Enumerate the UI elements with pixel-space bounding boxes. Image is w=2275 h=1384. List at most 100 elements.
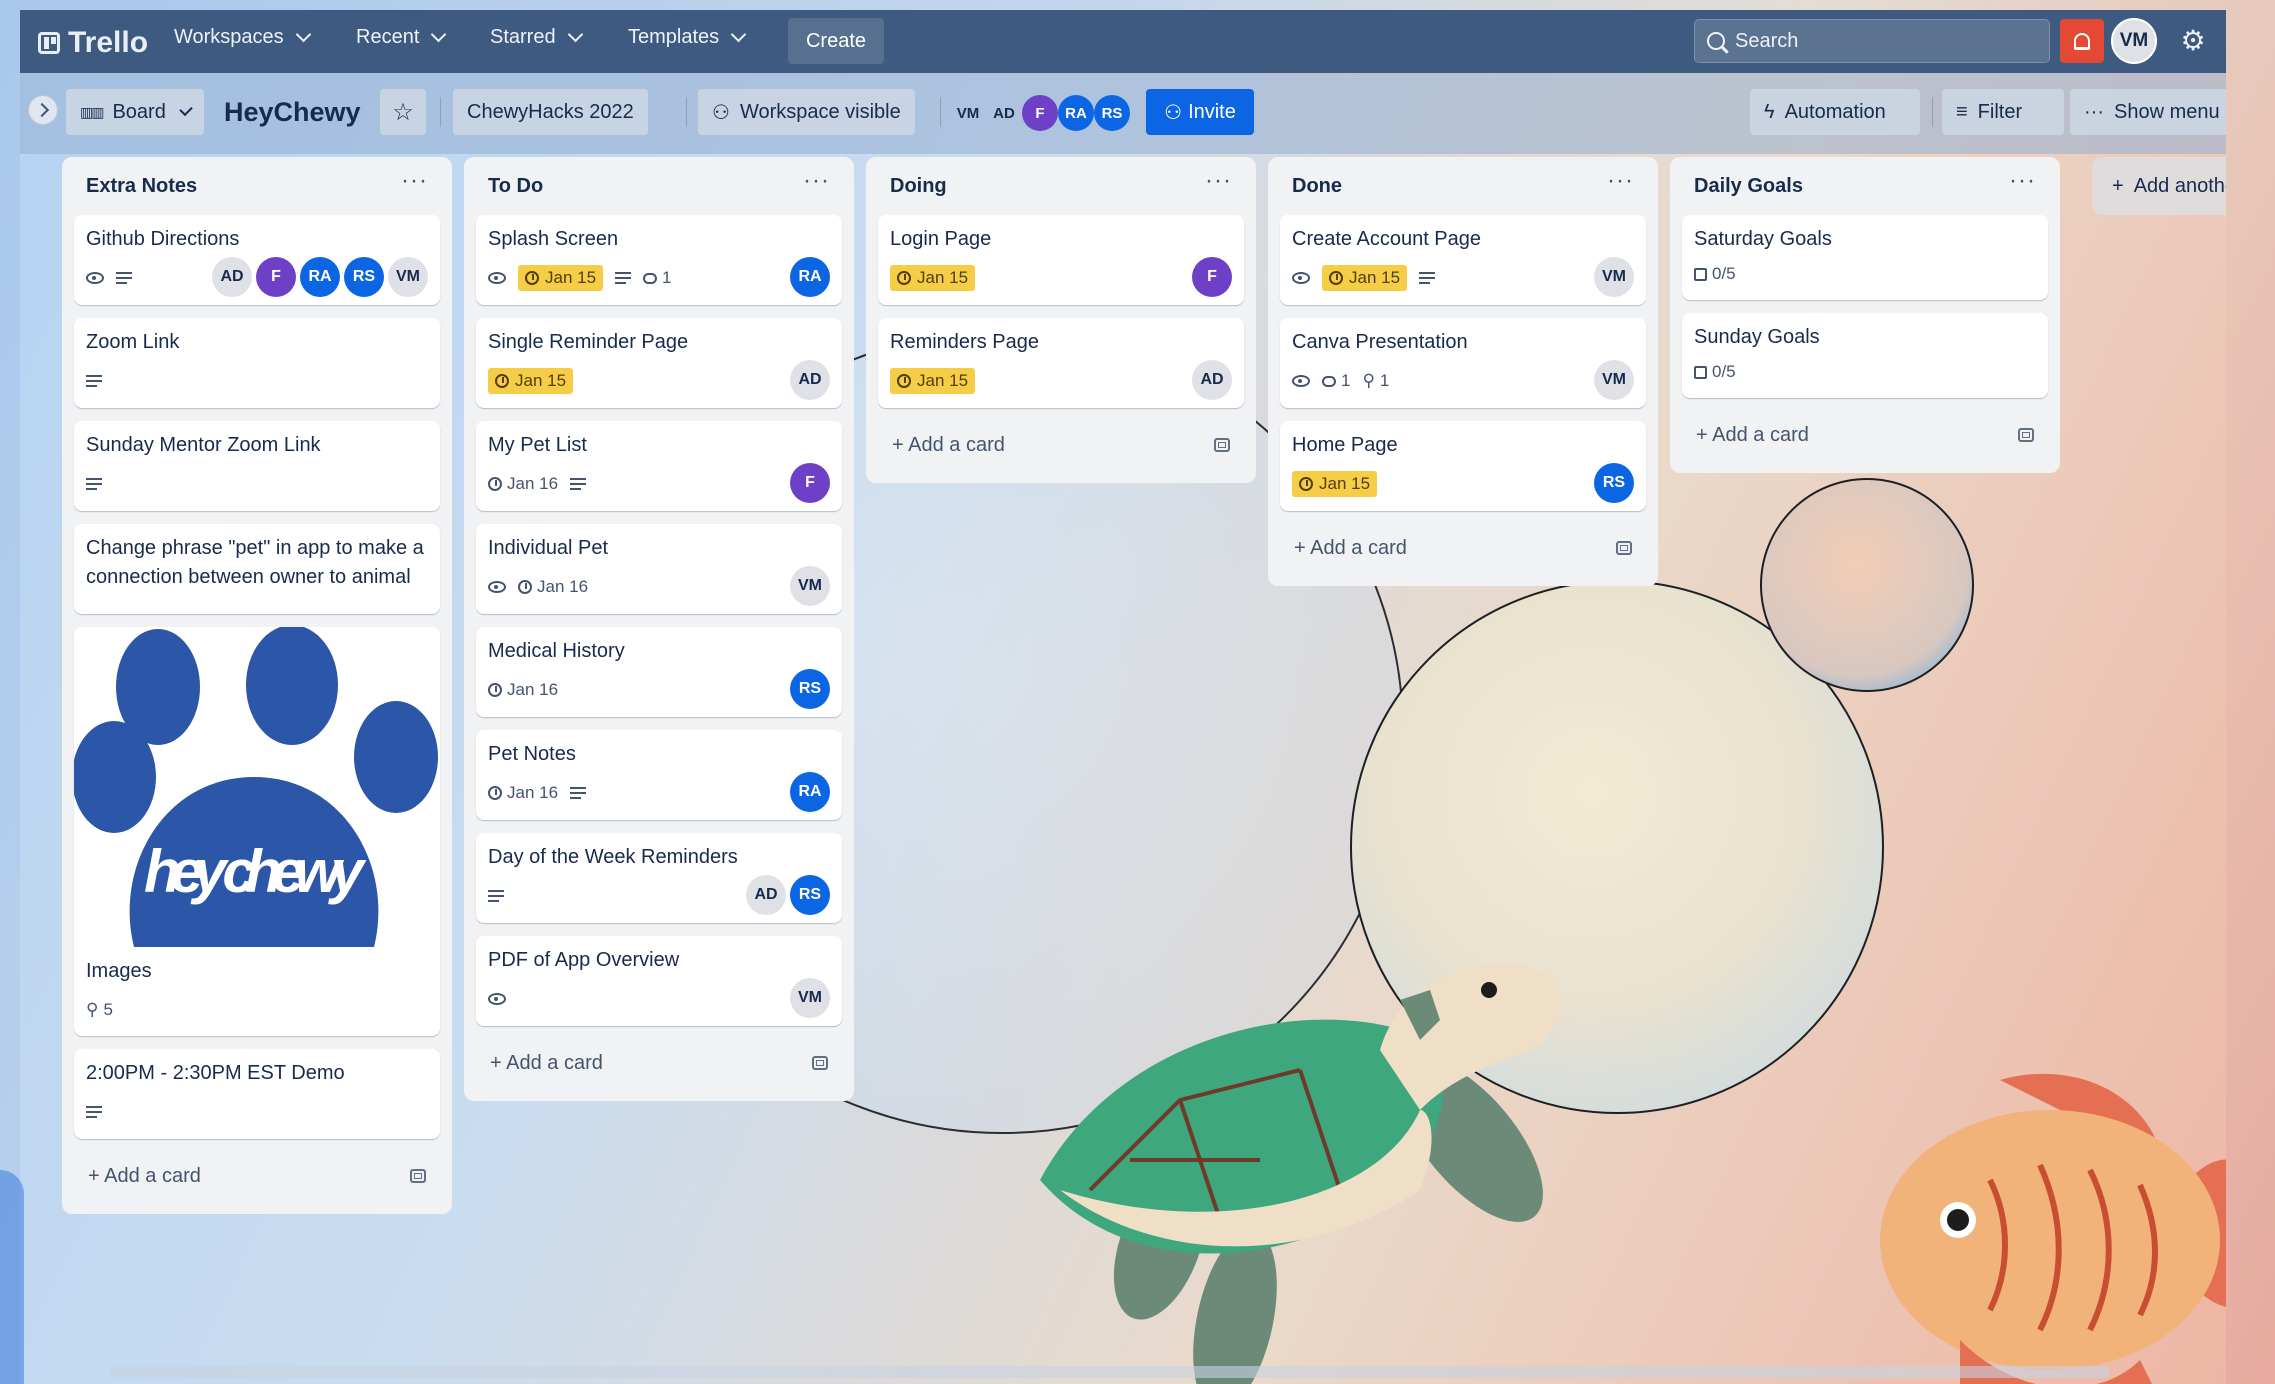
member-avatar-ra[interactable]: RA bbox=[790, 257, 830, 297]
member-avatar-ad[interactable]: AD bbox=[790, 360, 830, 400]
card[interactable]: Sunday Mentor Zoom Link bbox=[74, 421, 440, 511]
card[interactable]: Reminders Page Jan 15 AD bbox=[878, 318, 1244, 408]
due-date-badge[interactable]: Jan 16 bbox=[488, 474, 558, 494]
due-date-badge[interactable]: Jan 15 bbox=[890, 265, 976, 291]
card[interactable]: Zoom Link bbox=[74, 318, 440, 408]
member-avatar-ra[interactable]: RA bbox=[790, 772, 830, 812]
recent-menu[interactable]: Recent bbox=[356, 26, 447, 49]
notifications-button[interactable] bbox=[2060, 19, 2104, 63]
member-avatar-f[interactable]: F bbox=[256, 257, 296, 297]
card[interactable]: Home Page Jan 15 RS bbox=[1280, 421, 1646, 511]
card[interactable]: Sunday Goals 0/5 bbox=[1682, 313, 2048, 398]
card-template-icon[interactable] bbox=[812, 1056, 828, 1070]
member-avatar-vm[interactable]: VM bbox=[388, 257, 428, 297]
member-avatar-f[interactable]: F bbox=[1192, 257, 1232, 297]
list-title[interactable]: Daily Goals bbox=[1694, 175, 1803, 198]
due-date-badge[interactable]: Jan 15 bbox=[518, 265, 604, 291]
due-date-badge[interactable]: Jan 16 bbox=[518, 577, 588, 597]
member-avatar-rs[interactable]: RS bbox=[1094, 95, 1130, 131]
visibility-button[interactable]: ⚇ Workspace visible bbox=[698, 89, 915, 135]
member-avatar-vm[interactable]: VM bbox=[1594, 257, 1634, 297]
card-template-icon[interactable] bbox=[1214, 438, 1230, 452]
card[interactable]: Medical History Jan 16 RS bbox=[476, 627, 842, 717]
card-members: AD F RA RS VM bbox=[212, 257, 428, 297]
member-avatar-ra[interactable]: RA bbox=[1058, 95, 1094, 131]
starred-menu[interactable]: Starred bbox=[490, 26, 583, 49]
card[interactable]: Pet Notes Jan 16 RA bbox=[476, 730, 842, 820]
card[interactable]: Login Page Jan 15 F bbox=[878, 215, 1244, 305]
member-avatar-ad[interactable]: AD bbox=[986, 95, 1022, 131]
member-avatar-vm[interactable]: VM bbox=[950, 95, 986, 131]
member-avatar-rs[interactable]: RS bbox=[790, 875, 830, 915]
due-date-badge[interactable]: Jan 15 bbox=[488, 368, 574, 394]
card[interactable]: Day of the Week Reminders AD RS bbox=[476, 833, 842, 923]
card[interactable]: Canva Presentation 1 ⚲ 1 VM bbox=[1280, 318, 1646, 408]
add-card-button[interactable]: + Add a card bbox=[1280, 524, 1646, 572]
workspace-button[interactable]: ChewyHacks 2022 bbox=[453, 89, 648, 135]
list-menu-icon[interactable]: ··· bbox=[401, 167, 428, 195]
board-title[interactable]: HeyChewy bbox=[224, 97, 361, 128]
member-avatar-ad[interactable]: AD bbox=[212, 257, 252, 297]
card[interactable]: PDF of App Overview VM bbox=[476, 936, 842, 1026]
card-title: Images bbox=[86, 960, 152, 982]
member-avatar-rs[interactable]: RS bbox=[1594, 463, 1634, 503]
add-card-button[interactable]: + Add a card bbox=[476, 1039, 842, 1087]
filter-button[interactable]: ≡ Filter bbox=[1942, 89, 2064, 135]
automation-button[interactable]: ϟ Automation bbox=[1750, 89, 1920, 135]
card-title: Zoom Link bbox=[86, 331, 180, 353]
list-title[interactable]: Doing bbox=[890, 175, 947, 198]
member-avatar-f[interactable]: F bbox=[790, 463, 830, 503]
list-title[interactable]: To Do bbox=[488, 175, 543, 198]
horizontal-scrollbar[interactable] bbox=[110, 1366, 2110, 1378]
card[interactable]: Github Directions AD F RA RS VM bbox=[74, 215, 440, 305]
member-avatar-vm[interactable]: VM bbox=[1594, 360, 1634, 400]
member-avatar-ra[interactable]: RA bbox=[300, 257, 340, 297]
card[interactable]: My Pet List Jan 16 F bbox=[476, 421, 842, 511]
invite-button[interactable]: ⚇ Invite bbox=[1146, 89, 1254, 135]
settings-gear-icon[interactable]: ⚙ bbox=[2180, 27, 2206, 55]
list-menu-icon[interactable]: ··· bbox=[803, 167, 830, 195]
member-avatar-ad[interactable]: AD bbox=[746, 875, 786, 915]
card[interactable]: Single Reminder Page Jan 15 AD bbox=[476, 318, 842, 408]
card[interactable]: Individual Pet Jan 16 VM bbox=[476, 524, 842, 614]
add-card-button[interactable]: + Add a card bbox=[74, 1152, 440, 1200]
workspaces-menu[interactable]: Workspaces bbox=[174, 26, 311, 49]
create-button[interactable]: Create bbox=[788, 18, 884, 64]
member-avatar-vm[interactable]: VM bbox=[790, 566, 830, 606]
due-date-badge[interactable]: Jan 15 bbox=[1322, 265, 1408, 291]
card[interactable]: Saturday Goals 0/5 bbox=[1682, 215, 2048, 300]
member-avatar-ad[interactable]: AD bbox=[1192, 360, 1232, 400]
member-avatar-vm[interactable]: VM bbox=[790, 978, 830, 1018]
account-avatar[interactable]: VM bbox=[2111, 18, 2157, 64]
list-title[interactable]: Extra Notes bbox=[86, 175, 197, 198]
due-date-badge[interactable]: Jan 16 bbox=[488, 680, 558, 700]
card[interactable]: Splash Screen Jan 15 1 RA bbox=[476, 215, 842, 305]
card-template-icon[interactable] bbox=[410, 1169, 426, 1183]
trello-logo[interactable]: Trello bbox=[38, 26, 148, 60]
due-date-badge[interactable]: Jan 15 bbox=[1292, 471, 1378, 497]
expand-sidebar-button[interactable] bbox=[28, 95, 58, 125]
list-menu-icon[interactable]: ··· bbox=[1205, 167, 1232, 195]
list-menu-icon[interactable]: ··· bbox=[1607, 167, 1634, 195]
member-avatar-f[interactable]: F bbox=[1022, 95, 1058, 131]
due-date-badge[interactable]: Jan 15 bbox=[890, 368, 976, 394]
list-menu-icon[interactable]: ··· bbox=[2009, 167, 2036, 195]
star-board-button[interactable]: ☆ bbox=[380, 89, 426, 135]
card[interactable]: Change phrase "pet" in app to make a con… bbox=[74, 524, 440, 614]
due-date-badge[interactable]: Jan 16 bbox=[488, 783, 558, 803]
card[interactable]: hey chewy Images ⚲ 5 bbox=[74, 627, 440, 1036]
member-avatar-rs[interactable]: RS bbox=[790, 669, 830, 709]
add-card-button[interactable]: + Add a card bbox=[1682, 411, 2048, 459]
card-template-icon[interactable] bbox=[1616, 541, 1632, 555]
card-template-icon[interactable] bbox=[2018, 428, 2034, 442]
show-menu-button[interactable]: ··· Show menu bbox=[2070, 89, 2226, 135]
templates-menu[interactable]: Templates bbox=[628, 26, 747, 49]
card[interactable]: Create Account Page Jan 15 VM bbox=[1280, 215, 1646, 305]
search-input[interactable]: Search bbox=[1694, 19, 2050, 63]
card[interactable]: 2:00PM - 2:30PM EST Demo bbox=[74, 1049, 440, 1139]
add-card-button[interactable]: + Add a card bbox=[878, 421, 1244, 469]
member-avatar-rs[interactable]: RS bbox=[344, 257, 384, 297]
list-title[interactable]: Done bbox=[1292, 175, 1342, 198]
board-view-switcher[interactable]: ▥▥ Board bbox=[66, 89, 204, 135]
add-another-list-button[interactable]: + Add anothe bbox=[2092, 157, 2226, 215]
